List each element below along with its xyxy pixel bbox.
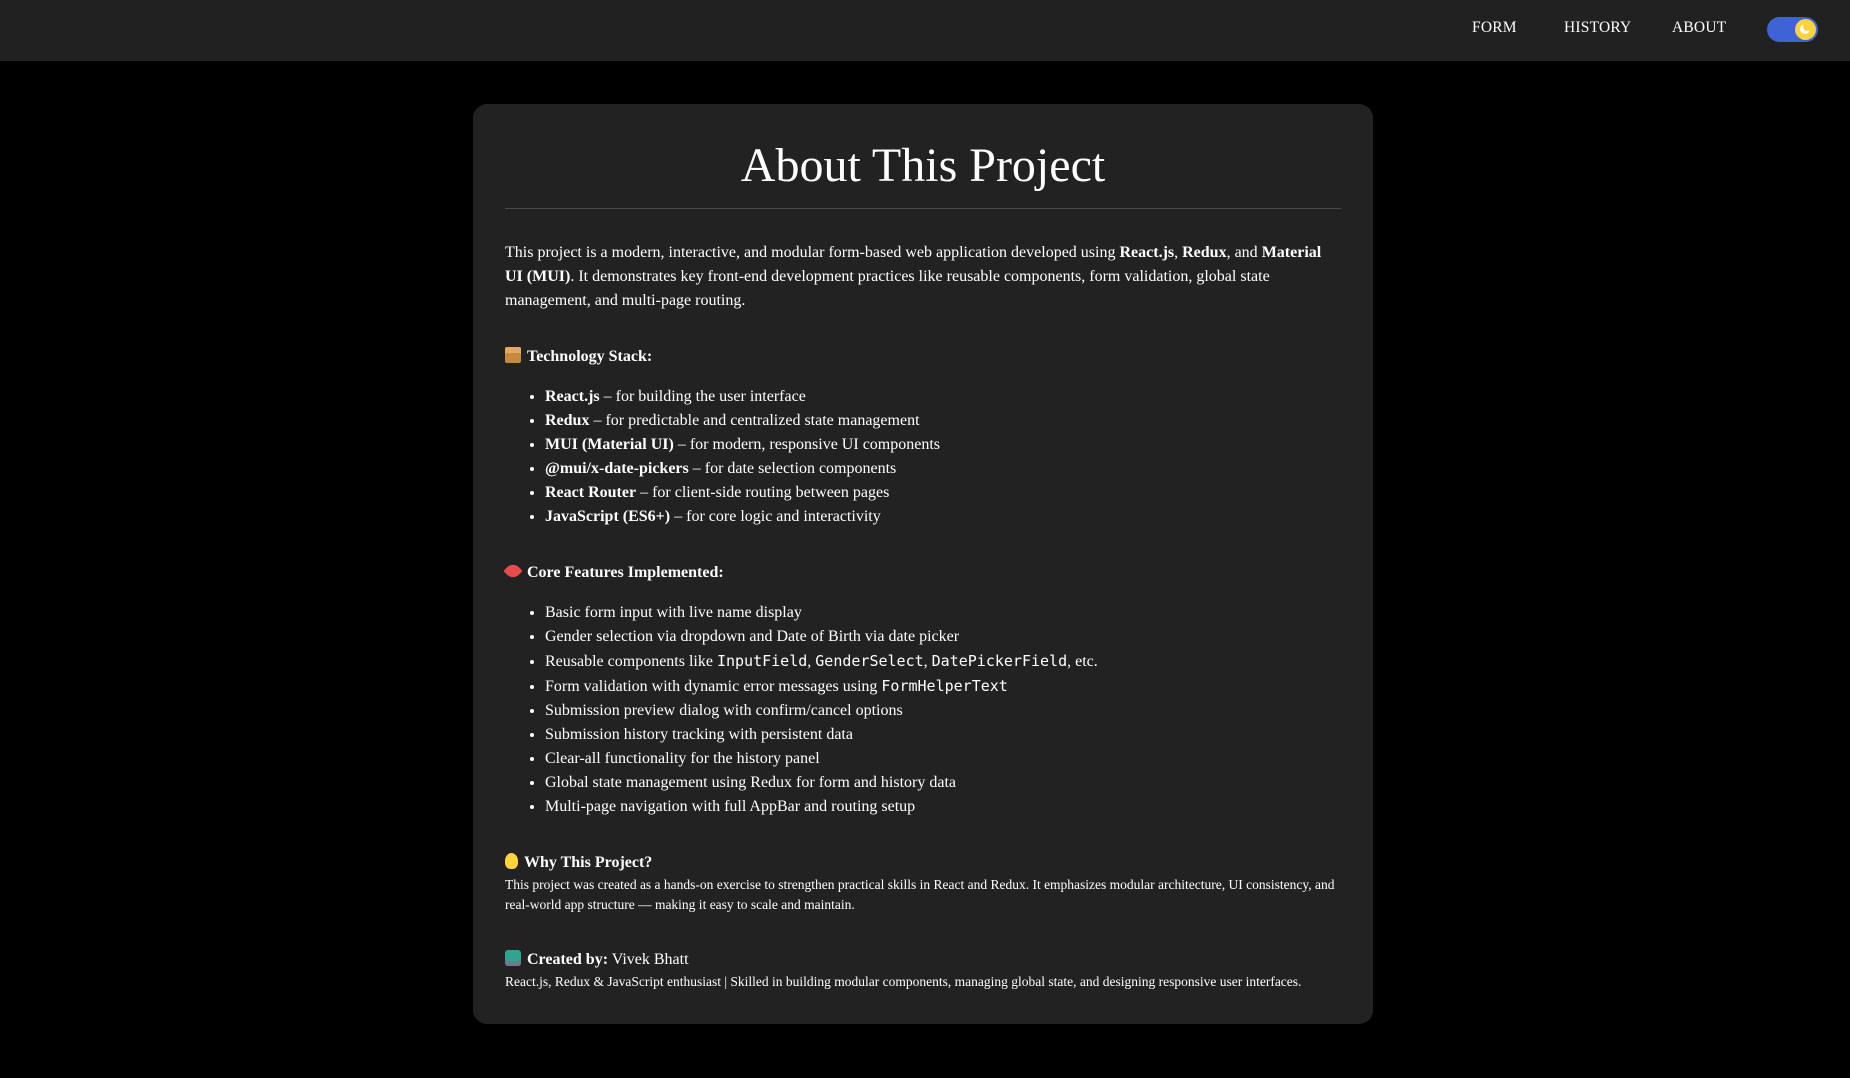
- title-divider: [505, 208, 1341, 209]
- theme-toggle[interactable]: [1767, 17, 1818, 42]
- list-item: MUI (Material UI) – for modern, responsi…: [545, 433, 1341, 457]
- list-item: Reusable components like InputField, Gen…: [545, 649, 1341, 674]
- features-list: Basic form input with live name display …: [505, 601, 1341, 819]
- tech-stack-list: React.js – for building the user interfa…: [505, 385, 1341, 529]
- author-tagline: React.js, Redux & JavaScript enthusiast …: [505, 974, 1302, 989]
- moon-icon-cutout: [1803, 22, 1812, 31]
- developer-icon: [505, 950, 521, 966]
- list-item: Multi-page navigation with full AppBar a…: [545, 795, 1341, 819]
- features-heading: Core Features Implemented:: [503, 561, 724, 585]
- nav-form-link[interactable]: FORM: [1472, 19, 1517, 37]
- credit-line: Created by: Vivek Bhatt: [505, 948, 689, 972]
- list-item: Submission preview dialog with confirm/c…: [545, 699, 1341, 723]
- nav-about-link[interactable]: ABOUT: [1672, 19, 1726, 37]
- list-item: Gender selection via dropdown and Date o…: [545, 625, 1341, 649]
- intro-paragraph: This project is a modern, interactive, a…: [505, 244, 1322, 309]
- list-item: Redux – for predictable and centralized …: [545, 409, 1341, 433]
- list-item: @mui/x-date-pickers – for date selection…: [545, 457, 1341, 481]
- list-item: Basic form input with live name display: [545, 601, 1341, 625]
- tech-stack-heading: Technology Stack:: [505, 345, 652, 369]
- author-name: Vivek Bhatt: [608, 951, 689, 968]
- list-item: Submission history tracking with persist…: [545, 723, 1341, 747]
- list-item: React.js – for building the user interfa…: [545, 385, 1341, 409]
- why-heading: Why This Project?: [505, 851, 652, 875]
- package-icon: [505, 347, 521, 363]
- list-item: Clear-all functionality for the history …: [545, 747, 1341, 771]
- app-bar: FORM HISTORY ABOUT: [0, 0, 1850, 61]
- about-card: About This Project This project is a mod…: [473, 104, 1373, 1024]
- list-item: Form validation with dynamic error messa…: [545, 674, 1341, 699]
- rocket-icon: [503, 561, 523, 581]
- list-item: React Router – for client-side routing b…: [545, 481, 1341, 505]
- why-text: This project was created as a hands-on e…: [505, 877, 1335, 912]
- nav-history-link[interactable]: HISTORY: [1564, 19, 1631, 37]
- page-title: About This Project: [740, 139, 1106, 192]
- list-item: JavaScript (ES6+) – for core logic and i…: [545, 505, 1341, 529]
- list-item: Global state management using Redux for …: [545, 771, 1341, 795]
- lightbulb-icon: [505, 853, 518, 869]
